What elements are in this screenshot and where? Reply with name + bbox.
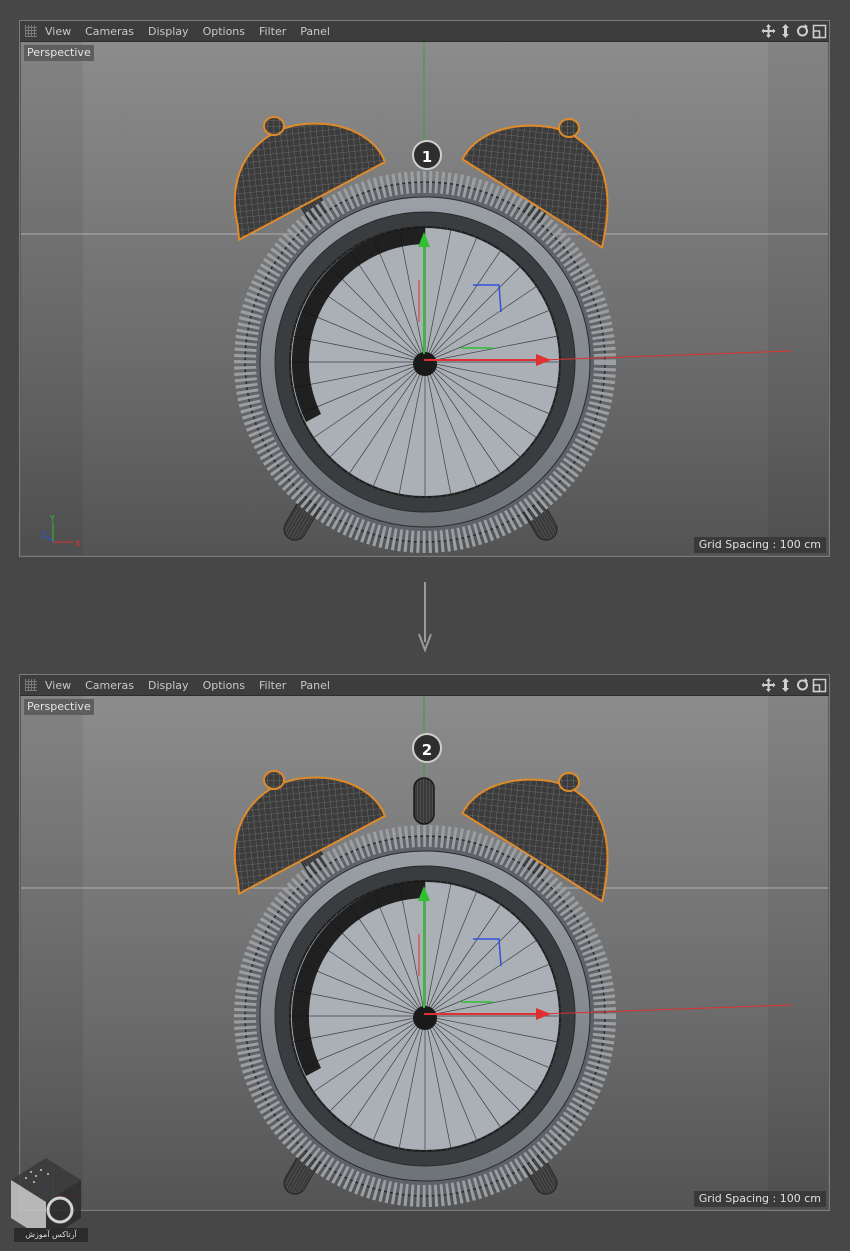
menu-filter[interactable]: Filter: [259, 675, 293, 695]
grid-spacing-readout: Grid Spacing : 100 cm: [693, 1191, 826, 1207]
axis-x-label: X: [75, 539, 81, 548]
menu-panel[interactable]: Panel: [300, 675, 337, 695]
watermark-text: آرتاکس آموزش: [14, 1228, 88, 1242]
top-handle: [413, 777, 435, 825]
viewport-right-band: [768, 696, 828, 1209]
axis-y-label: Y: [49, 514, 55, 523]
alarm-clock-scene: Y X Z: [21, 42, 828, 555]
panel-grip-icon[interactable]: [25, 25, 37, 37]
maximize-icon[interactable]: [812, 23, 827, 39]
alarm-clock-scene: Y X Z: [21, 696, 828, 1209]
viewport-menubar: View Cameras Display Options Filter Pane…: [20, 21, 829, 42]
perspective-viewport[interactable]: Y X Z Perspective Grid Spacing : 100 cm …: [21, 696, 828, 1209]
down-arrow-icon: [418, 582, 432, 652]
viewport-right-band: [768, 42, 828, 555]
rotate-icon[interactable]: [795, 677, 810, 693]
axis-z-label: Z: [41, 531, 47, 540]
viewport-menubar: View Cameras Display Options Filter Pane…: [20, 675, 829, 696]
maximize-icon[interactable]: [812, 677, 827, 693]
menu-display[interactable]: Display: [148, 675, 196, 695]
menu-view[interactable]: View: [45, 675, 78, 695]
rotate-icon[interactable]: [795, 23, 810, 39]
menu-options[interactable]: Options: [203, 675, 252, 695]
move-icon[interactable]: [761, 677, 776, 693]
viewport-camera-label[interactable]: Perspective: [24, 45, 94, 61]
menu-options[interactable]: Options: [203, 21, 252, 41]
viewport-left-band: [21, 42, 83, 555]
menu-display[interactable]: Display: [148, 21, 196, 41]
viewport-camera-label[interactable]: Perspective: [24, 699, 94, 715]
zoom-icon[interactable]: [778, 23, 793, 39]
viewport-panel-2: View Cameras Display Options Filter Pane…: [19, 674, 830, 1211]
menu-cameras[interactable]: Cameras: [85, 675, 141, 695]
menu-view[interactable]: View: [45, 21, 78, 41]
menu-panel[interactable]: Panel: [300, 21, 337, 41]
viewport-panel-1: View Cameras Display Options Filter Pane…: [19, 20, 830, 557]
menu-filter[interactable]: Filter: [259, 21, 293, 41]
perspective-viewport[interactable]: Y X Z Perspective Grid Spacing : 100 cm …: [21, 42, 828, 555]
step-badge: 1: [412, 140, 442, 170]
viewport-left-band: [21, 696, 83, 1209]
panel-grip-icon[interactable]: [25, 679, 37, 691]
step-badge: 2: [412, 733, 442, 763]
grid-spacing-readout: Grid Spacing : 100 cm: [693, 537, 826, 553]
zoom-icon[interactable]: [778, 677, 793, 693]
move-icon[interactable]: [761, 23, 776, 39]
menu-cameras[interactable]: Cameras: [85, 21, 141, 41]
